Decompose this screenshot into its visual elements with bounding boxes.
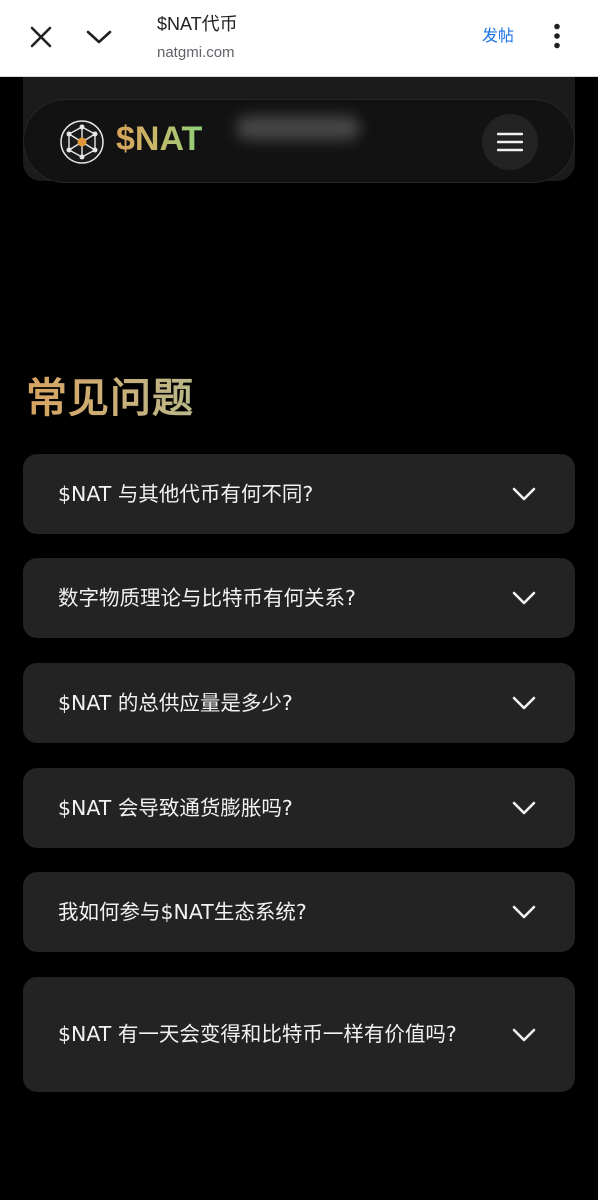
page-title: $NAT代币 — [157, 14, 238, 34]
chevron-down-icon — [512, 487, 536, 501]
more-options-icon[interactable] — [542, 18, 572, 54]
share-button[interactable]: 发帖 — [482, 22, 514, 46]
blurred-region — [236, 116, 360, 140]
faq-item[interactable]: 数字物质理论与比特币有何关系? — [23, 558, 575, 638]
chevron-down-icon — [512, 591, 536, 605]
chevron-down-icon — [512, 696, 536, 710]
faq-question: 我如何参与$NAT生态系统? — [58, 899, 307, 924]
faq-heading: 常见问题 — [26, 364, 194, 424]
faq-question: $NAT 与其他代币有何不同? — [58, 481, 314, 506]
close-icon[interactable] — [24, 20, 58, 54]
chevron-down-icon — [512, 1028, 536, 1041]
page-url[interactable]: natgmi.com — [157, 44, 235, 61]
hamburger-menu-icon[interactable] — [482, 114, 538, 170]
faq-question: $NAT 会导致通货膨胀吗? — [58, 795, 293, 820]
faq-item[interactable]: $NAT 会导致通货膨胀吗? — [23, 768, 575, 848]
chevron-down-icon — [512, 905, 536, 919]
faq-item[interactable]: $NAT 有一天会变得和比特币一样有价值吗? — [23, 977, 575, 1092]
faq-item[interactable]: 我如何参与$NAT生态系统? — [23, 872, 575, 952]
brand-name[interactable]: $NAT — [116, 120, 202, 159]
faq-question: $NAT 有一天会变得和比特币一样有价值吗? — [58, 1022, 457, 1046]
nat-logo-icon[interactable] — [60, 120, 104, 164]
faq-item[interactable]: $NAT 的总供应量是多少? — [23, 663, 575, 743]
faq-question: 数字物质理论与比特币有何关系? — [58, 585, 356, 610]
chevron-down-icon[interactable] — [82, 20, 116, 54]
chevron-down-icon — [512, 801, 536, 815]
faq-item[interactable]: $NAT 与其他代币有何不同? — [23, 454, 575, 534]
browser-toolbar: $NAT代币 natgmi.com 发帖 — [0, 0, 598, 77]
faq-question: $NAT 的总供应量是多少? — [58, 690, 293, 715]
site-navbar: $NAT — [23, 99, 575, 183]
